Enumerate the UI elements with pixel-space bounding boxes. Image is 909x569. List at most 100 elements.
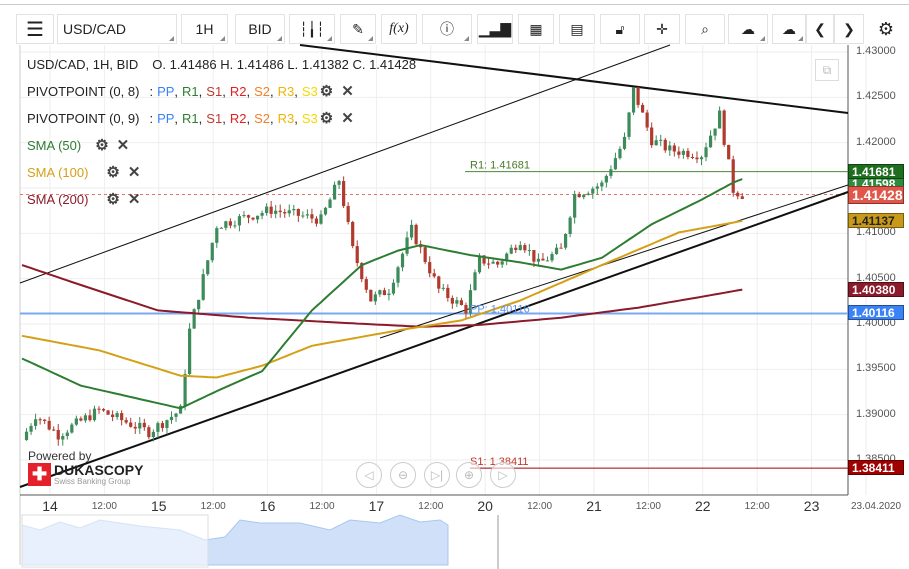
- candle-up: [242, 215, 246, 217]
- candle-up: [545, 260, 550, 262]
- candle-up: [409, 224, 414, 238]
- candle-down: [382, 290, 386, 296]
- candle-up: [604, 175, 608, 183]
- price-badge: 1.41137: [848, 212, 904, 228]
- candle-down: [47, 420, 51, 430]
- pivot-part-r3: R3: [277, 110, 295, 126]
- candle-down: [310, 214, 314, 219]
- close-icon[interactable]: ✕: [117, 136, 130, 154]
- popout-icon: ⧉: [822, 63, 832, 77]
- candle-down: [414, 224, 418, 245]
- close-icon[interactable]: ✕: [341, 109, 354, 127]
- x-tick-label: 12:00: [200, 501, 226, 512]
- candle-up: [391, 282, 396, 294]
- candle-down: [672, 145, 676, 152]
- candle-down: [437, 276, 441, 289]
- zoom-in-icon: ⊕: [463, 468, 475, 482]
- candle-down: [278, 210, 282, 213]
- candle-down: [636, 87, 640, 105]
- candle-up: [654, 140, 658, 146]
- candle-up: [491, 261, 495, 264]
- candle-up: [627, 112, 631, 137]
- candle-up: [74, 418, 78, 425]
- candle-down: [79, 418, 83, 421]
- nav-end-button[interactable]: ▷|: [424, 462, 450, 488]
- gear-icon[interactable]: ⚙: [320, 109, 333, 127]
- candle-down: [722, 110, 726, 145]
- nav-forward-button[interactable]: ▷: [490, 462, 516, 488]
- candle-down: [346, 206, 350, 222]
- gear-icon[interactable]: ⚙: [106, 190, 119, 208]
- gear-icon[interactable]: ⚙: [95, 136, 108, 154]
- candle-down: [645, 112, 649, 128]
- candle-up: [65, 432, 69, 437]
- candle-up: [255, 215, 260, 220]
- indicator-legend-item: PIVOTPOINT (0, 9): PP, R1, S1, R2, S2, R3, S3 ⚙ ✕: [27, 109, 354, 127]
- nav-zoom-in-button[interactable]: ⊕: [456, 462, 482, 488]
- candle-up: [201, 274, 205, 300]
- candle-up: [609, 169, 613, 176]
- candle-down: [355, 246, 359, 264]
- candle-down: [351, 221, 355, 247]
- powered-by-text: Powered by: [28, 449, 92, 463]
- pivot-part-s3: S3: [301, 110, 318, 126]
- pivot-part-r1: R1: [182, 110, 199, 126]
- candle-down: [369, 289, 373, 302]
- close-icon[interactable]: ✕: [128, 163, 141, 181]
- candle-up: [396, 267, 400, 283]
- ohlc-legend: USD/CAD, 1H, BID O. 1.41486 H. 1.41486 L.…: [27, 57, 416, 72]
- candle-up: [92, 408, 97, 421]
- candle-down: [464, 304, 468, 314]
- gear-icon[interactable]: ⚙: [106, 163, 119, 181]
- sma100-line: [21, 219, 743, 379]
- skip-end-icon: ▷|: [430, 468, 444, 482]
- pivot-separator: :: [149, 110, 154, 126]
- candle-down: [97, 408, 101, 410]
- pivot-separator: :: [149, 83, 154, 99]
- candle-up: [387, 293, 391, 296]
- gear-icon[interactable]: ⚙: [320, 82, 333, 100]
- candle-up: [477, 255, 482, 273]
- candle-up: [708, 135, 713, 148]
- x-tick-label: 21: [586, 498, 602, 514]
- candle-down: [296, 208, 300, 216]
- candle-up: [554, 247, 559, 255]
- candle-down: [142, 422, 146, 428]
- candle-up: [613, 158, 618, 170]
- indicator-legend-item: SMA (50) ⚙ ✕: [27, 136, 129, 154]
- candle-down: [423, 247, 427, 263]
- indicator-legend-item: SMA (200) ⚙ ✕: [27, 190, 140, 208]
- nav-zoom-out-button[interactable]: ⊖: [390, 462, 416, 488]
- candle-up: [328, 199, 332, 208]
- candle-up: [455, 300, 459, 304]
- candle-up: [165, 420, 169, 428]
- r1-label: R1: 1.41681: [470, 160, 530, 172]
- indicator-name: SMA (200): [27, 191, 89, 207]
- candle-up: [536, 258, 541, 262]
- candle-up: [188, 328, 192, 375]
- y-tick-label: 1.42000: [856, 135, 896, 148]
- candle-up: [287, 210, 291, 214]
- x-tick-label: 17: [368, 498, 385, 514]
- candle-down: [101, 409, 106, 411]
- candle-down: [650, 127, 654, 146]
- nav-back-button[interactable]: ◁: [356, 462, 382, 488]
- candle-down: [731, 159, 735, 193]
- candle-down: [736, 192, 740, 197]
- close-icon[interactable]: ✕: [341, 82, 354, 100]
- close-icon[interactable]: ✕: [128, 190, 141, 208]
- candle-up: [197, 299, 201, 310]
- current-price-box[interactable]: ⧉: [815, 59, 839, 81]
- ohlc-title: USD/CAD, 1H, BID: [27, 57, 139, 72]
- candle-down: [364, 279, 368, 290]
- candle-up: [206, 260, 210, 275]
- x-tick-label: 23.04.2020: [850, 501, 902, 512]
- candle-up: [156, 423, 160, 432]
- ohlc-values: O. 1.41486 H. 1.41486 L. 1.41382 C. 1.41…: [152, 57, 417, 72]
- candle-down: [459, 300, 464, 305]
- pivot-part-r1: R1: [182, 83, 199, 99]
- x-tick-label: 12:00: [418, 501, 444, 512]
- candle-up: [582, 194, 586, 198]
- pivot-part-s1: S1: [206, 110, 223, 126]
- x-tick-label: 23: [803, 498, 820, 514]
